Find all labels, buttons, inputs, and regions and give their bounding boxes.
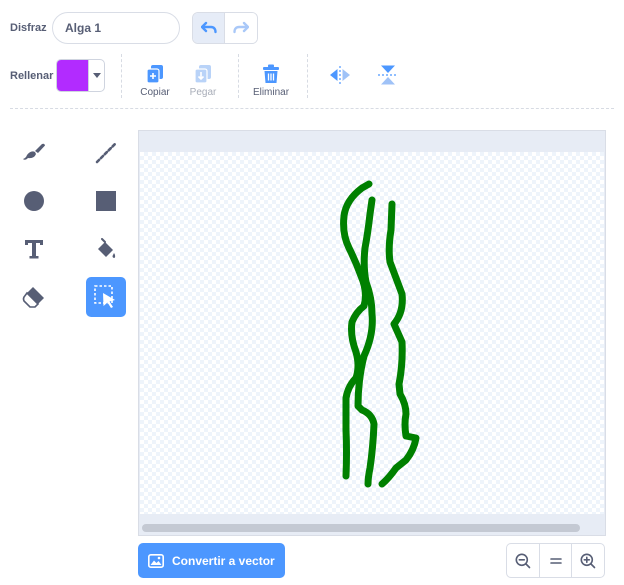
tool-circle[interactable] (14, 181, 54, 221)
rectangle-icon (96, 191, 116, 211)
horizontal-scrollbar[interactable] (142, 524, 580, 532)
undo-icon (200, 21, 217, 34)
paste-icon (194, 65, 211, 84)
tool-brush[interactable] (14, 133, 54, 173)
flip-horizontal-icon (330, 66, 350, 84)
tool-text[interactable] (14, 229, 54, 269)
fill-bucket-icon (98, 238, 116, 258)
delete-button[interactable]: Eliminar (251, 58, 291, 98)
tool-fill[interactable] (86, 229, 126, 269)
trash-icon (263, 64, 279, 83)
flip-vertical-button[interactable] (378, 64, 398, 91)
paste-label: Pegar (189, 87, 217, 98)
delete-label: Eliminar (252, 87, 290, 98)
flip-vertical-icon (378, 65, 398, 85)
chevron-down-icon (89, 60, 104, 91)
tool-eraser[interactable] (14, 277, 54, 317)
text-icon (25, 240, 43, 259)
zoom-in-button[interactable] (571, 544, 604, 577)
zoom-reset-icon (549, 557, 562, 564)
separator (307, 54, 308, 98)
separator (10, 108, 614, 109)
select-icon (94, 285, 115, 308)
redo-icon (233, 21, 249, 34)
eraser-icon (22, 287, 44, 308)
fill-color-swatch (57, 60, 89, 91)
zoom-reset-button[interactable] (538, 544, 572, 577)
brush-icon (23, 143, 45, 160)
redo-button[interactable] (225, 13, 257, 43)
copy-label: Copiar (140, 87, 170, 98)
costume-label: Disfraz (10, 22, 47, 34)
zoom-controls (506, 543, 605, 578)
convert-label: Convertir a vector (172, 553, 275, 568)
tool-select[interactable] (86, 277, 126, 317)
copy-button[interactable]: Copiar (136, 58, 174, 98)
copy-icon (146, 65, 163, 84)
paste-button[interactable]: Pegar (185, 58, 221, 98)
flip-horizontal-button[interactable] (328, 66, 352, 89)
zoom-out-icon (515, 553, 531, 568)
circle-icon (24, 191, 44, 211)
tool-rectangle[interactable] (86, 181, 126, 221)
undo-button[interactable] (193, 13, 226, 43)
fill-label: Rellenar (10, 70, 54, 82)
zoom-out-button[interactable] (507, 544, 539, 577)
image-icon (148, 553, 164, 568)
paint-canvas[interactable] (140, 152, 604, 514)
history-group (192, 12, 258, 44)
tool-line[interactable] (86, 133, 126, 173)
fill-color-picker[interactable] (56, 59, 105, 92)
zoom-in-icon (580, 553, 596, 568)
separator (121, 54, 122, 98)
seaweed-drawing (340, 180, 420, 488)
convert-to-vector-button[interactable]: Convertir a vector (138, 543, 285, 578)
line-icon (95, 142, 117, 164)
costume-name-input[interactable]: Alga 1 (52, 12, 180, 44)
separator (238, 54, 239, 98)
